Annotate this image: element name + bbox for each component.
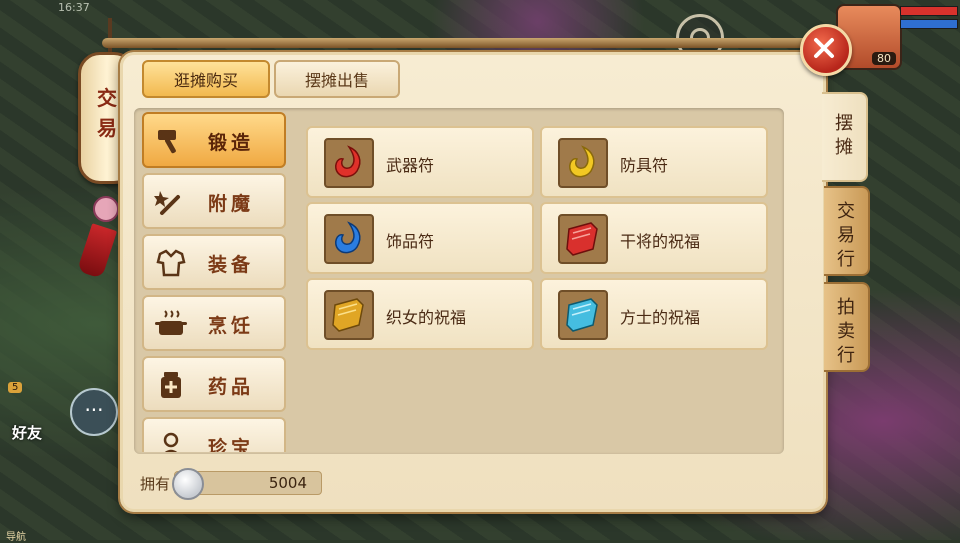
item-accessory-talisman[interactable]: 饰品符 bbox=[306, 202, 534, 274]
bottom-left-hud-text: 导航 bbox=[6, 532, 26, 543]
category-medicine[interactable]: 药品 bbox=[142, 356, 286, 412]
tab-browse-buy[interactable]: 逛摊购买 bbox=[142, 60, 270, 98]
friends-count-badge: 5 bbox=[8, 382, 23, 393]
side-tab-label: 拍卖行 bbox=[837, 297, 855, 366]
category-label: 珍宝 bbox=[208, 437, 255, 452]
friends-label: 好友 bbox=[12, 424, 43, 442]
blue-talisman-icon bbox=[335, 221, 361, 254]
gold-scroll-icon bbox=[332, 298, 364, 332]
magic-wand-icon bbox=[154, 191, 180, 215]
item-zhinv-blessing[interactable]: 织女的祝福 bbox=[306, 278, 534, 350]
item-name: 织女的祝福 bbox=[386, 308, 467, 327]
mp-bar bbox=[900, 19, 958, 29]
item-name: 武器符 bbox=[386, 156, 435, 175]
player-level: 80 bbox=[872, 52, 896, 65]
category-equipment[interactable]: 装备 bbox=[142, 234, 286, 290]
category-enchant[interactable]: 附魔 bbox=[142, 173, 286, 229]
silver-coin-icon bbox=[172, 468, 204, 500]
panel-top-rod bbox=[102, 38, 850, 48]
hammer-icon bbox=[158, 130, 176, 154]
category-forging[interactable]: 锻造 bbox=[142, 112, 286, 168]
item-slot bbox=[324, 214, 374, 264]
treasure-icon bbox=[163, 432, 179, 452]
status-time: 16:37 bbox=[58, 1, 90, 14]
red-scroll-icon bbox=[566, 222, 598, 256]
side-tab-auction[interactable]: 拍卖行 bbox=[824, 282, 870, 372]
item-name: 饰品符 bbox=[386, 232, 435, 251]
category-label: 附魔 bbox=[208, 193, 255, 215]
yellow-talisman-icon bbox=[569, 145, 595, 178]
category-list[interactable]: 锻造 附魔 装备 烹饪 药品 珍宝 bbox=[140, 112, 288, 452]
cyan-scroll-icon bbox=[566, 298, 598, 332]
item-name: 方士的祝福 bbox=[620, 308, 701, 327]
item-slot bbox=[558, 290, 608, 340]
armor-icon bbox=[156, 249, 186, 277]
item-weapon-talisman[interactable]: 武器符 bbox=[306, 126, 534, 198]
category-label: 装备 bbox=[208, 254, 255, 276]
category-label: 药品 bbox=[208, 376, 255, 398]
item-armor-talisman[interactable]: 防具符 bbox=[540, 126, 768, 198]
hp-bar bbox=[900, 6, 958, 16]
side-tab-label: 摆摊 bbox=[835, 113, 853, 158]
tab-stall-sell[interactable]: 摆摊出售 bbox=[274, 60, 400, 98]
item-ganjiang-blessing[interactable]: 干将的祝福 bbox=[540, 202, 768, 274]
friends-button[interactable]: 5 好友 bbox=[8, 382, 68, 442]
red-talisman-icon bbox=[335, 145, 361, 178]
item-name: 防具符 bbox=[620, 156, 669, 175]
currency-label: 拥有 bbox=[140, 475, 171, 493]
side-tab-exchange[interactable]: 交易行 bbox=[824, 186, 870, 276]
cooking-pot-icon bbox=[155, 310, 187, 335]
item-slot bbox=[324, 290, 374, 340]
close-icon bbox=[814, 38, 834, 58]
player-status-bars bbox=[900, 6, 958, 29]
item-name: 干将的祝福 bbox=[620, 232, 701, 251]
item-fangshi-blessing[interactable]: 方士的祝福 bbox=[540, 278, 768, 350]
item-slot bbox=[324, 138, 374, 188]
currency-amount: 5004 bbox=[268, 474, 307, 492]
category-label: 烹饪 bbox=[208, 315, 255, 337]
lantern-charm-icon bbox=[93, 196, 119, 222]
category-treasure[interactable]: 珍宝 bbox=[142, 417, 286, 452]
item-slot bbox=[558, 214, 608, 264]
chat-bubble-icon[interactable]: ··· bbox=[70, 388, 118, 436]
side-tab-label: 交易行 bbox=[837, 201, 855, 270]
currency-display: 拥有 5004 bbox=[134, 468, 322, 500]
side-tab-stall[interactable]: 摆摊 bbox=[822, 92, 868, 182]
category-label: 锻造 bbox=[208, 132, 255, 154]
category-cooking[interactable]: 烹饪 bbox=[142, 295, 286, 351]
close-button[interactable] bbox=[800, 24, 852, 76]
medicine-icon bbox=[161, 372, 181, 398]
item-slot bbox=[558, 138, 608, 188]
